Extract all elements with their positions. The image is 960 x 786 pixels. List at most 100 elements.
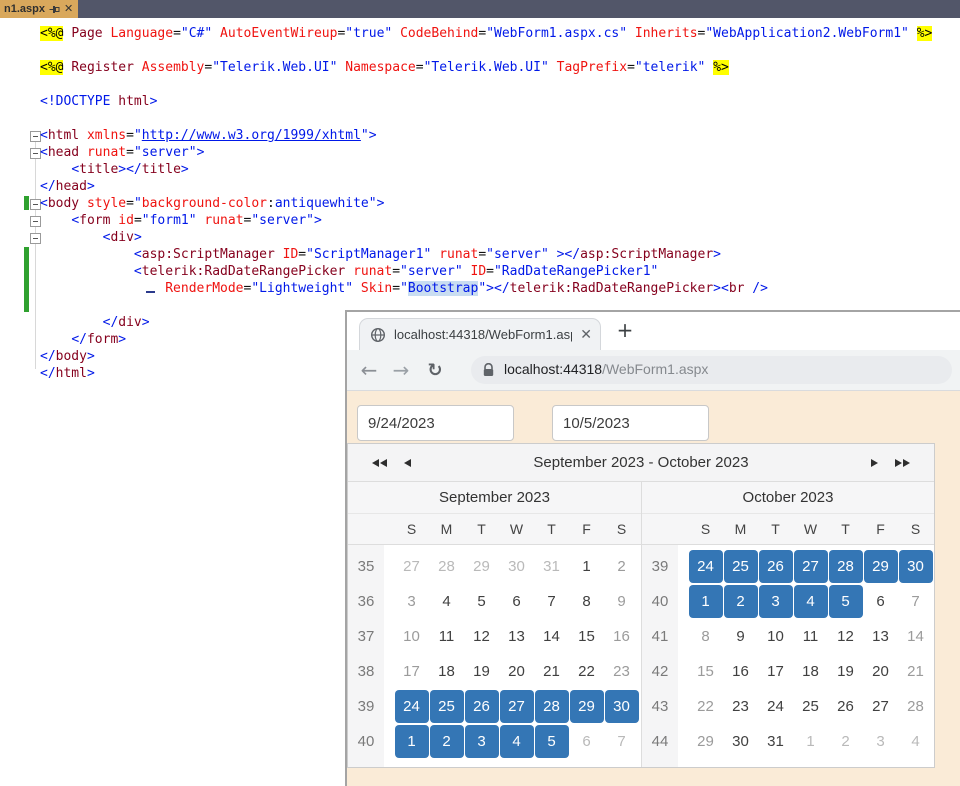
- day-cell[interactable]: 1: [688, 584, 723, 619]
- day-cell[interactable]: 3: [394, 584, 429, 619]
- back-button[interactable]: ←: [355, 350, 383, 390]
- day-cell[interactable]: 28: [828, 549, 863, 584]
- day-cell[interactable]: 5: [464, 584, 499, 619]
- day-cell[interactable]: 4: [898, 724, 933, 759]
- day-cell[interactable]: 14: [534, 619, 569, 654]
- day-cell[interactable]: 27: [863, 689, 898, 724]
- day-cell[interactable]: 5: [534, 724, 569, 759]
- day-cell[interactable]: 17: [394, 654, 429, 689]
- day-cell[interactable]: 3: [464, 724, 499, 759]
- day-cell[interactable]: 30: [723, 724, 758, 759]
- vs-document-tab[interactable]: n1.aspx ✕: [0, 0, 78, 18]
- day-cell[interactable]: 10: [758, 619, 793, 654]
- reload-button[interactable]: ↻: [421, 350, 449, 390]
- day-cell[interactable]: 29: [464, 549, 499, 584]
- day-cell[interactable]: 1: [394, 724, 429, 759]
- day-cell[interactable]: 7: [604, 724, 639, 759]
- tab-close-icon[interactable]: ✕: [580, 327, 592, 343]
- day-cell[interactable]: 3: [863, 724, 898, 759]
- day-cell[interactable]: 23: [604, 654, 639, 689]
- day-cell[interactable]: 14: [898, 619, 933, 654]
- day-cell[interactable]: 6: [499, 584, 534, 619]
- day-cell[interactable]: 2: [429, 724, 464, 759]
- day-cell[interactable]: 23: [723, 689, 758, 724]
- day-cell[interactable]: 22: [688, 689, 723, 724]
- end-date-input[interactable]: [552, 405, 709, 441]
- next-button[interactable]: [871, 444, 878, 481]
- day-cell[interactable]: 16: [723, 654, 758, 689]
- day-cell[interactable]: 16: [604, 619, 639, 654]
- browser-tab[interactable]: localhost:44318/WebForm1.aspx ✕: [359, 318, 601, 350]
- day-cell[interactable]: 5: [828, 584, 863, 619]
- day-cell[interactable]: 12: [464, 619, 499, 654]
- day-cell[interactable]: 19: [464, 654, 499, 689]
- day-cell[interactable]: 4: [429, 584, 464, 619]
- day-cell[interactable]: 19: [828, 654, 863, 689]
- day-cell[interactable]: 2: [723, 584, 758, 619]
- day-cell[interactable]: 31: [534, 549, 569, 584]
- day-cell[interactable]: 26: [758, 549, 793, 584]
- day-cell[interactable]: 28: [534, 689, 569, 724]
- day-cell[interactable]: 24: [758, 689, 793, 724]
- fast-next-button[interactable]: [895, 444, 910, 481]
- day-cell[interactable]: 29: [688, 724, 723, 759]
- day-cell[interactable]: 25: [793, 689, 828, 724]
- day-cell[interactable]: 18: [793, 654, 828, 689]
- day-cell[interactable]: 8: [569, 584, 604, 619]
- day-cell[interactable]: 13: [499, 619, 534, 654]
- day-cell[interactable]: 7: [534, 584, 569, 619]
- day-cell[interactable]: 7: [898, 584, 933, 619]
- day-cell[interactable]: 25: [723, 549, 758, 584]
- address-bar[interactable]: localhost:44318/WebForm1.aspx: [471, 356, 952, 384]
- day-cell[interactable]: 31: [758, 724, 793, 759]
- start-date-input[interactable]: [357, 405, 514, 441]
- day-cell[interactable]: 11: [793, 619, 828, 654]
- day-cell[interactable]: 2: [604, 549, 639, 584]
- day-cell[interactable]: 25: [429, 689, 464, 724]
- day-cell[interactable]: 28: [898, 689, 933, 724]
- close-icon[interactable]: ✕: [64, 0, 73, 18]
- day-cell[interactable]: 29: [569, 689, 604, 724]
- day-cell[interactable]: 4: [793, 584, 828, 619]
- day-cell[interactable]: 24: [394, 689, 429, 724]
- day-cell[interactable]: 22: [569, 654, 604, 689]
- day-cell[interactable]: 29: [863, 549, 898, 584]
- day-cell[interactable]: 9: [723, 619, 758, 654]
- day-cell[interactable]: 10: [394, 619, 429, 654]
- day-cell[interactable]: 6: [863, 584, 898, 619]
- day-cell[interactable]: 20: [499, 654, 534, 689]
- day-cell[interactable]: 15: [569, 619, 604, 654]
- day-cell[interactable]: 30: [898, 549, 933, 584]
- day-cell[interactable]: 8: [688, 619, 723, 654]
- day-cell[interactable]: 27: [499, 689, 534, 724]
- day-cell[interactable]: 18: [429, 654, 464, 689]
- day-cell[interactable]: 1: [569, 549, 604, 584]
- day-cell[interactable]: 2: [828, 724, 863, 759]
- day-cell[interactable]: 3: [758, 584, 793, 619]
- pin-icon[interactable]: [49, 4, 60, 15]
- day-cell[interactable]: 13: [863, 619, 898, 654]
- week-row: 401234567: [348, 724, 641, 759]
- day-cell[interactable]: 9: [604, 584, 639, 619]
- day-cell[interactable]: 24: [688, 549, 723, 584]
- day-cell[interactable]: 11: [429, 619, 464, 654]
- day-cell[interactable]: 27: [793, 549, 828, 584]
- day-cell[interactable]: 15: [688, 654, 723, 689]
- day-cell[interactable]: 28: [429, 549, 464, 584]
- new-tab-button[interactable]: +: [611, 316, 639, 344]
- day-cell[interactable]: 20: [863, 654, 898, 689]
- day-cell[interactable]: 21: [898, 654, 933, 689]
- day-cell[interactable]: 26: [828, 689, 863, 724]
- day-cell[interactable]: 21: [534, 654, 569, 689]
- day-cell[interactable]: 6: [569, 724, 604, 759]
- day-cell[interactable]: 17: [758, 654, 793, 689]
- day-cell[interactable]: 27: [394, 549, 429, 584]
- day-cell[interactable]: 30: [499, 549, 534, 584]
- forward-button[interactable]: →: [387, 350, 415, 390]
- day-cell[interactable]: 26: [464, 689, 499, 724]
- day-cell[interactable]: 4: [499, 724, 534, 759]
- day-cell[interactable]: 30: [604, 689, 639, 724]
- day-cell[interactable]: 1: [793, 724, 828, 759]
- day-cell[interactable]: 12: [828, 619, 863, 654]
- week-number: 40: [642, 584, 678, 619]
